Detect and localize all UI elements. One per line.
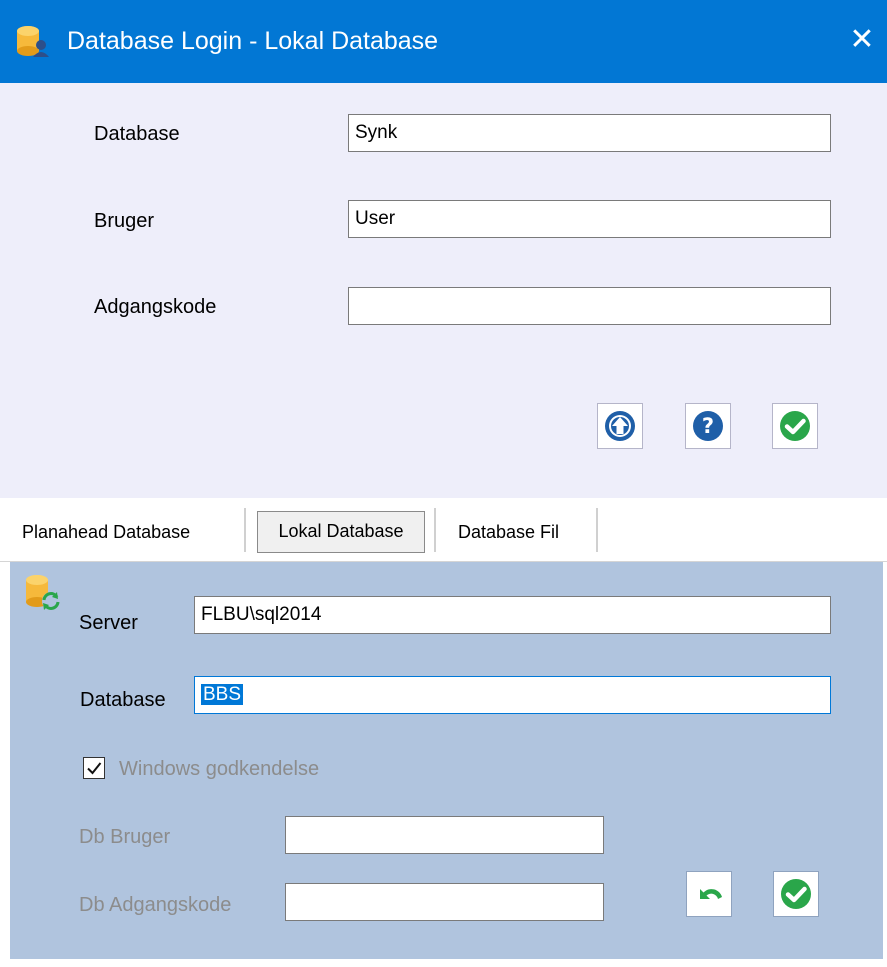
user-field[interactable]: User: [348, 200, 831, 238]
svg-text:?: ?: [702, 414, 714, 438]
windows-auth-checkbox[interactable]: [83, 757, 105, 779]
db-user-label: Db Bruger: [79, 826, 171, 848]
help-icon: ?: [693, 411, 723, 441]
local-confirm-button[interactable]: [773, 871, 819, 917]
upload-icon: [605, 411, 635, 441]
help-button[interactable]: ?: [685, 403, 731, 449]
password-field[interactable]: [348, 287, 831, 325]
server-label: Server: [79, 612, 138, 634]
db-user-field[interactable]: [285, 816, 604, 854]
windows-auth-label: Windows godkendelse: [119, 758, 320, 780]
user-label: Bruger: [94, 210, 155, 232]
tab-divider: [244, 508, 246, 552]
database-label: Database: [94, 123, 180, 145]
tab-planahead-database[interactable]: Planahead Database: [22, 520, 190, 544]
tab-database-fil[interactable]: Database Fil: [458, 520, 559, 544]
confirm-icon: [781, 879, 811, 909]
selected-text: BBS: [201, 684, 244, 705]
window-title: Database Login - Lokal Database: [67, 27, 439, 55]
server-field[interactable]: FLBU\sql2014: [194, 596, 831, 634]
tab-lokal-database[interactable]: Lokal Database: [257, 511, 425, 553]
undo-icon: [700, 889, 722, 899]
confirm-icon: [780, 411, 810, 441]
database-field[interactable]: Synk: [348, 114, 831, 152]
local-database-label: Database: [80, 689, 166, 711]
close-button[interactable]: ✕: [840, 18, 884, 62]
undo-button[interactable]: [686, 871, 732, 917]
local-database-field[interactable]: BBS: [194, 676, 831, 714]
db-password-label: Db Adgangskode: [79, 894, 232, 916]
confirm-button[interactable]: [772, 403, 818, 449]
tab-divider: [434, 508, 436, 552]
db-password-field[interactable]: [285, 883, 604, 921]
tab-divider: [596, 508, 598, 552]
database-user-icon: [14, 23, 50, 59]
checkmark-icon: [87, 762, 102, 775]
upload-button[interactable]: [597, 403, 643, 449]
database-refresh-icon: [22, 572, 62, 612]
password-label: Adgangskode: [94, 296, 217, 318]
